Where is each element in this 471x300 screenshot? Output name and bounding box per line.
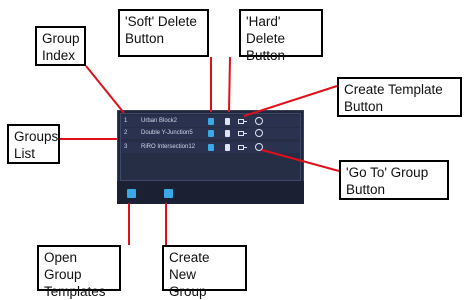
callout-groups-list: Groups List (7, 124, 60, 164)
callout-soft-delete: 'Soft' Delete Button (118, 9, 209, 57)
callout-hard-delete: 'Hard' Delete Button (239, 9, 323, 63)
callout-group-index: Group Index (35, 26, 86, 66)
arrow-goto-group (261, 149, 340, 172)
callout-create-template: Create Template Button (337, 77, 462, 117)
arrow-hard-delete (228, 56, 231, 113)
arrow-create-template (243, 85, 338, 117)
callout-goto-group: 'Go To' Group Button (339, 160, 449, 200)
arrow-group-index (85, 65, 125, 114)
callout-open-templates: Open Group Templates (37, 245, 121, 299)
callout-create-new-group: Create New Group (162, 245, 247, 299)
